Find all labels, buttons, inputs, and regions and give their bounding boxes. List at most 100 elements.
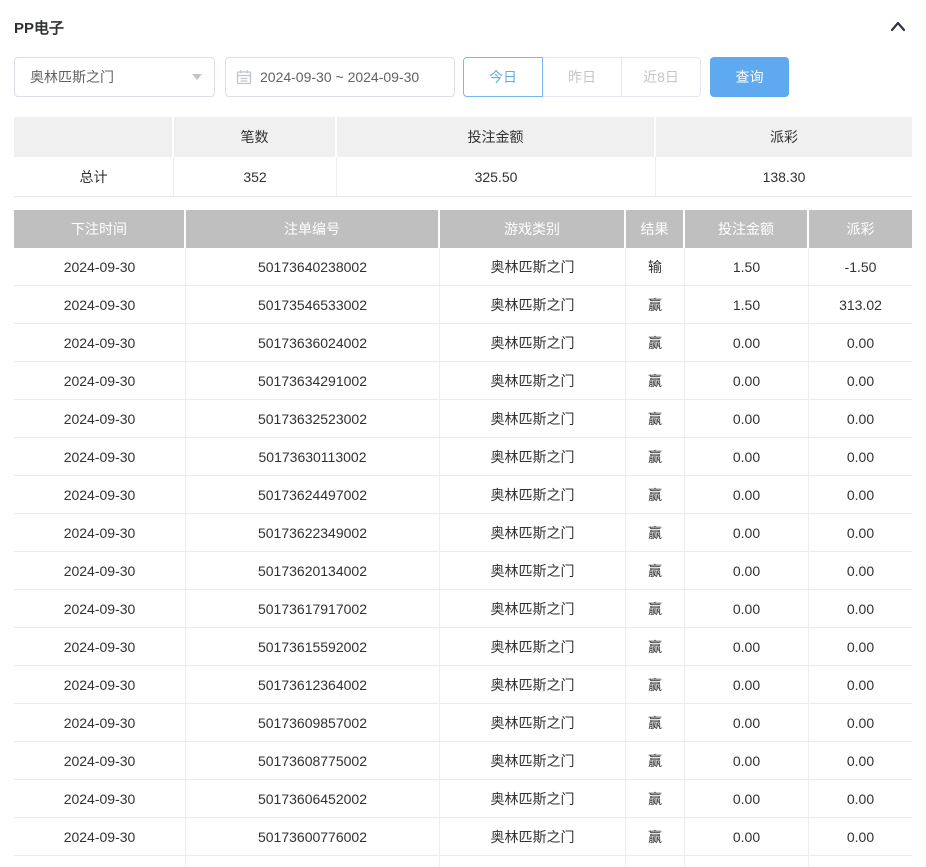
summary-total-count: 352 (174, 157, 337, 197)
cell-result: 输 (626, 248, 685, 286)
last-8-days-button[interactable]: 近8日 (621, 57, 701, 97)
quick-date-buttons: 今日 昨日 近8日 (463, 57, 701, 97)
cell-payout: 0.00 (809, 666, 912, 704)
cell-game-category: 奥林匹斯之门 (440, 476, 626, 514)
chevron-down-icon (192, 74, 202, 80)
cell-bet-time: 2024-09-30 (14, 476, 186, 514)
game-select[interactable]: 奥林匹斯之门 (14, 57, 215, 97)
table-row: 2024-09-30 50173632523002 奥林匹斯之门 赢 0.00 … (14, 400, 912, 438)
cell-bet-amount: 1.50 (685, 248, 809, 286)
records-header-row: 下注时间 注单编号 游戏类别 结果 投注金额 派彩 (14, 210, 912, 248)
cell-game-category: 奥林匹斯之门 (440, 628, 626, 666)
cell-order-id: 50173617917002 (186, 590, 440, 628)
cell-bet-time: 2024-09-30 (14, 666, 186, 704)
cell-order-id: 50173615592002 (186, 628, 440, 666)
cell-game-category: 奥林匹斯之门 (440, 400, 626, 438)
col-header-payout: 派彩 (809, 210, 912, 248)
cell-bet-time: 2024-09-30 (14, 704, 186, 742)
col-header-order-id: 注单编号 (186, 210, 440, 248)
cell-bet-amount: 0.00 (685, 742, 809, 780)
cell-game-category: 奥林匹斯之门 (440, 248, 626, 286)
cell-order-id: 50173640238002 (186, 248, 440, 286)
cell-result: 赢 (626, 514, 685, 552)
table-row: 2024-09-30 50173600776002 奥林匹斯之门 赢 0.00 … (14, 818, 912, 856)
cell-bet-amount: 0.00 (685, 590, 809, 628)
summary-total-bet-amount: 325.50 (337, 157, 656, 197)
cell-game-category: 奥林匹斯之门 (440, 514, 626, 552)
pp-electronic-panel: PP电子 奥林匹斯之门 2024-09-30 ~ 20 (0, 0, 926, 867)
cell-bet-amount: 0.00 (685, 628, 809, 666)
cell-payout: 313.02 (809, 286, 912, 324)
cell-payout: 0.00 (809, 628, 912, 666)
page-title: PP电子 (14, 17, 64, 38)
cell-result: 赢 (626, 666, 685, 704)
yesterday-button[interactable]: 昨日 (542, 57, 622, 97)
cell-game-category: 奥林匹斯之门 (440, 324, 626, 362)
col-header-bet-amount: 投注金额 (685, 210, 809, 248)
calendar-icon (236, 69, 252, 85)
summary-header-bet-amount: 投注金额 (337, 117, 656, 157)
cell-bet-amount: 0.00 (685, 324, 809, 362)
cell-game-category: 奥林匹斯之门 (440, 286, 626, 324)
cell-order-id: 50173630113002 (186, 438, 440, 476)
table-row: 2024-09-30 50173612364002 奥林匹斯之门 赢 0.00 … (14, 666, 912, 704)
today-button[interactable]: 今日 (463, 57, 543, 97)
table-row: 2024-09-30 50173620134002 奥林匹斯之门 赢 0.00 … (14, 552, 912, 590)
cell-game-category: 奥林匹斯之门 (440, 666, 626, 704)
table-body: 2024-09-30 50173640238002 奥林匹斯之门 输 1.50 … (14, 248, 912, 856)
cell-bet-amount: 0.00 (685, 780, 809, 818)
cell-order-id: 50173624497002 (186, 476, 440, 514)
cell-bet-time: 2024-09-30 (14, 248, 186, 286)
summary-header-count: 笔数 (174, 117, 337, 157)
table-row: 2024-09-30 50173606452002 奥林匹斯之门 赢 0.00 … (14, 780, 912, 818)
cell-bet-amount: 0.00 (685, 666, 809, 704)
cell-bet-amount: 0.00 (685, 818, 809, 856)
cell-payout: -1.50 (809, 248, 912, 286)
cell-order-id: 50173612364002 (186, 666, 440, 704)
bet-records-table: 下注时间 注单编号 游戏类别 结果 投注金额 派彩 2024-09-30 501… (14, 210, 912, 867)
collapse-button[interactable] (886, 15, 910, 39)
cell-bet-amount: 0.00 (685, 362, 809, 400)
col-header-result: 结果 (626, 210, 685, 248)
cell-result: 赢 (626, 438, 685, 476)
table-row: 2024-09-30 50173622349002 奥林匹斯之门 赢 0.00 … (14, 514, 912, 552)
cell-order-id: 50173606452002 (186, 780, 440, 818)
cell-payout: 0.00 (809, 818, 912, 856)
cell-result: 赢 (626, 818, 685, 856)
date-range-value: 2024-09-30 ~ 2024-09-30 (260, 69, 419, 85)
cell-result: 赢 (626, 742, 685, 780)
cell-result: 赢 (626, 286, 685, 324)
col-header-game-category: 游戏类别 (440, 210, 626, 248)
game-select-value: 奥林匹斯之门 (30, 67, 114, 87)
cell-payout: 0.00 (809, 476, 912, 514)
cell-result: 赢 (626, 704, 685, 742)
cell-order-id: 50173620134002 (186, 552, 440, 590)
cell-game-category: 奥林匹斯之门 (440, 362, 626, 400)
table-row: 2024-09-30 50173609857002 奥林匹斯之门 赢 0.00 … (14, 704, 912, 742)
col-header-bet-time: 下注时间 (14, 210, 186, 248)
cell-bet-amount: 0.00 (685, 438, 809, 476)
cell-order-id: 50173636024002 (186, 324, 440, 362)
cell-bet-time: 2024-09-30 (14, 286, 186, 324)
date-range-input[interactable]: 2024-09-30 ~ 2024-09-30 (225, 57, 455, 97)
cell-order-id: 50173634291002 (186, 362, 440, 400)
cell-bet-time: 2024-09-30 (14, 780, 186, 818)
cell-bet-amount: 0.00 (685, 476, 809, 514)
cell-order-id: 50173600776002 (186, 818, 440, 856)
cell-bet-time: 2024-09-30 (14, 628, 186, 666)
cell-result: 赢 (626, 324, 685, 362)
table-row: 2024-09-30 50173630113002 奥林匹斯之门 赢 0.00 … (14, 438, 912, 476)
cell-game-category: 奥林匹斯之门 (440, 438, 626, 476)
cell-payout: 0.00 (809, 514, 912, 552)
cell-result: 赢 (626, 628, 685, 666)
table-row-partial (14, 856, 912, 867)
cell-game-category: 奥林匹斯之门 (440, 590, 626, 628)
cell-payout: 0.00 (809, 780, 912, 818)
search-button[interactable]: 查询 (710, 57, 789, 97)
cell-bet-time: 2024-09-30 (14, 818, 186, 856)
table-row: 2024-09-30 50173624497002 奥林匹斯之门 赢 0.00 … (14, 476, 912, 514)
cell-payout: 0.00 (809, 438, 912, 476)
cell-payout: 0.00 (809, 362, 912, 400)
cell-game-category: 奥林匹斯之门 (440, 552, 626, 590)
cell-payout: 0.00 (809, 742, 912, 780)
